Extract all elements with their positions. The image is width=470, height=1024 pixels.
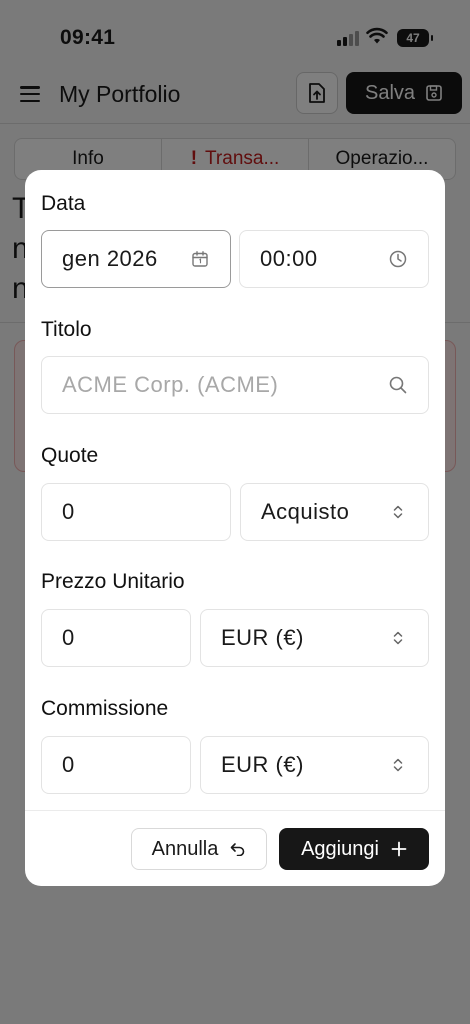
- quantity-value: 0: [62, 499, 75, 524]
- cancel-button[interactable]: Annulla: [131, 828, 267, 870]
- unit-price-currency-select[interactable]: EUR (€): [200, 609, 429, 667]
- unit-price-input[interactable]: 0: [41, 609, 191, 667]
- chevron-up-down-icon: [388, 628, 408, 648]
- transaction-type-select[interactable]: Acquisto: [240, 483, 429, 541]
- commission-value: 0: [62, 752, 75, 777]
- search-icon: [388, 375, 408, 395]
- commission-currency-select[interactable]: EUR (€): [200, 736, 429, 794]
- security-search-input[interactable]: ACME Corp. (ACME): [41, 356, 429, 414]
- quantity-label: Quote: [41, 444, 99, 467]
- plus-icon: [391, 841, 407, 857]
- cancel-button-label: Annulla: [151, 837, 219, 860]
- unit-price-value: 0: [62, 625, 75, 650]
- footer-divider: [25, 810, 445, 811]
- security-placeholder: ACME Corp. (ACME): [62, 372, 279, 397]
- month-picker[interactable]: gen 2026: [41, 230, 231, 288]
- transaction-type-value: Acquisto: [261, 499, 350, 524]
- add-button-label: Aggiungi: [301, 837, 379, 860]
- date-label: Data: [41, 192, 86, 215]
- time-value: 00:00: [260, 246, 318, 271]
- commission-currency-value: EUR (€): [221, 752, 304, 777]
- clock-icon: [388, 249, 408, 269]
- month-value: gen 2026: [62, 246, 158, 271]
- undo-icon: [231, 843, 245, 856]
- chevron-up-down-icon: [388, 755, 408, 775]
- calendar-icon: [190, 249, 210, 269]
- quantity-input[interactable]: 0: [41, 483, 231, 541]
- unit-price-label: Prezzo Unitario: [41, 570, 185, 593]
- commission-label: Commissione: [41, 697, 169, 720]
- time-picker[interactable]: 00:00: [239, 230, 429, 288]
- unit-price-currency-value: EUR (€): [221, 625, 304, 650]
- add-button[interactable]: Aggiungi: [279, 828, 429, 870]
- commission-input[interactable]: 0: [41, 736, 191, 794]
- add-transaction-dialog: Data gen 2026 00:00 Titolo ACME Corp. (A…: [25, 170, 445, 886]
- security-label: Titolo: [41, 318, 92, 341]
- chevron-up-down-icon: [388, 502, 408, 522]
